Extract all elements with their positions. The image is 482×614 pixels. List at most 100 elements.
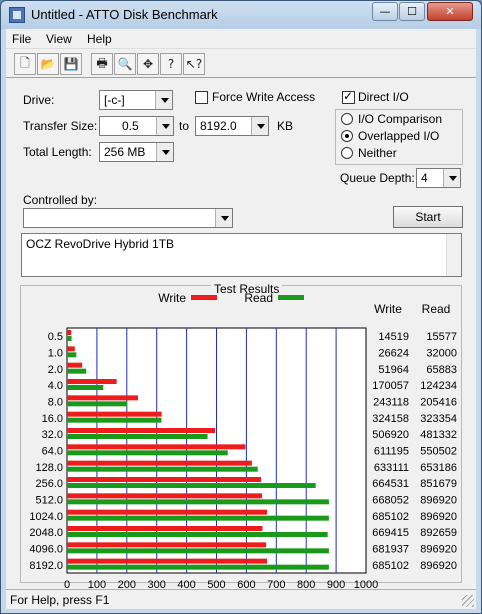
read-bar bbox=[67, 532, 328, 537]
y-tick-label: 128.0 bbox=[35, 462, 63, 474]
neither-radio[interactable] bbox=[341, 147, 353, 159]
y-tick-label: 8.0 bbox=[48, 397, 63, 409]
read-value: 65883 bbox=[426, 364, 457, 376]
write-bar bbox=[67, 526, 263, 531]
write-bar bbox=[67, 411, 162, 417]
app-icon bbox=[9, 7, 25, 23]
y-tick-label: 4096.0 bbox=[29, 544, 63, 556]
description-scrollbar[interactable] bbox=[446, 234, 461, 276]
write-bar bbox=[67, 477, 262, 482]
maximize-button[interactable]: ☐ bbox=[399, 2, 425, 21]
write-bar bbox=[67, 493, 263, 499]
force-write-checkbox[interactable] bbox=[195, 91, 208, 104]
read-bar bbox=[67, 336, 72, 341]
transfer-unit-label: KB bbox=[277, 119, 294, 133]
read-bar bbox=[67, 499, 329, 505]
y-tick-label: 0.5 bbox=[48, 331, 63, 343]
legend-write-swatch bbox=[191, 295, 217, 300]
drive-select[interactable]: [-c-] bbox=[99, 90, 173, 110]
drive-label: Drive: bbox=[23, 93, 55, 107]
read-value: 32000 bbox=[426, 348, 457, 360]
write-value: 506920 bbox=[372, 429, 409, 441]
y-tick-label: 16.0 bbox=[42, 413, 63, 425]
read-bar bbox=[67, 466, 258, 472]
to-label: to bbox=[179, 119, 190, 133]
client-area: File View Help 🗋 📂 💾 🖶 🔍 ✥ ? ↖? Drive: [… bbox=[6, 29, 476, 609]
new-icon[interactable]: 🗋 bbox=[14, 53, 36, 75]
print-icon[interactable]: 🖶 bbox=[91, 53, 113, 75]
open-icon[interactable]: 📂 bbox=[37, 53, 59, 75]
write-value: 668052 bbox=[372, 495, 409, 507]
close-button[interactable]: ✕ bbox=[427, 2, 473, 21]
read-column-header: Read bbox=[422, 302, 451, 316]
description-field[interactable]: OCZ RevoDrive Hybrid 1TB bbox=[21, 233, 462, 277]
y-tick-label: 64.0 bbox=[42, 446, 63, 458]
chevron-down-icon[interactable] bbox=[155, 91, 172, 109]
write-value: 243118 bbox=[373, 397, 409, 409]
write-bar bbox=[67, 444, 246, 450]
chevron-down-icon[interactable] bbox=[251, 117, 268, 135]
read-value: 851679 bbox=[420, 478, 457, 490]
direct-io-checkbox[interactable] bbox=[342, 89, 355, 104]
write-bar bbox=[67, 509, 268, 515]
write-bar bbox=[67, 362, 83, 368]
transfer-to-select[interactable]: 8192.0 bbox=[195, 116, 269, 136]
read-bar bbox=[67, 483, 316, 488]
window-title: Untitled - ATTO Disk Benchmark bbox=[31, 7, 218, 22]
y-tick-label: 4.0 bbox=[48, 380, 63, 392]
read-bar bbox=[67, 417, 162, 423]
y-tick-label: 1.0 bbox=[48, 348, 63, 360]
y-tick-label: 32.0 bbox=[42, 429, 63, 441]
menu-view[interactable]: View bbox=[46, 32, 72, 46]
chevron-down-icon[interactable] bbox=[156, 117, 173, 135]
queue-depth-select[interactable]: 4 bbox=[416, 168, 461, 188]
read-bar bbox=[67, 352, 77, 358]
menu-file[interactable]: File bbox=[12, 32, 31, 46]
status-text: For Help, press F1 bbox=[10, 593, 110, 607]
toolbar: 🗋 📂 💾 🖶 🔍 ✥ ? ↖? bbox=[6, 50, 476, 78]
transfer-size-label: Transfer Size: bbox=[23, 119, 98, 133]
y-tick-label: 1024.0 bbox=[29, 511, 63, 523]
menu-bar: File View Help bbox=[6, 29, 476, 49]
read-bar bbox=[67, 434, 208, 439]
overlapped-io-radio[interactable] bbox=[341, 130, 353, 142]
total-length-select[interactable]: 256 MB bbox=[99, 142, 174, 162]
read-bar bbox=[67, 385, 104, 390]
write-value: 26624 bbox=[378, 348, 409, 360]
transfer-from-select[interactable]: 0.5 bbox=[99, 116, 174, 136]
read-value: 550502 bbox=[420, 446, 457, 458]
resize-grip[interactable] bbox=[462, 595, 474, 607]
neither-label: Neither bbox=[358, 146, 397, 160]
read-value: 205416 bbox=[420, 397, 457, 409]
controlled-by-label: Controlled by: bbox=[23, 193, 98, 207]
write-bar bbox=[67, 428, 216, 433]
direct-io-label: Direct I/O bbox=[358, 90, 409, 104]
read-value: 481332 bbox=[420, 429, 457, 441]
io-comparison-radio[interactable] bbox=[341, 113, 353, 125]
context-help-icon[interactable]: ↖? bbox=[183, 53, 205, 75]
read-bar bbox=[67, 401, 127, 407]
app-window: Untitled - ATTO Disk Benchmark — ☐ ✕ Fil… bbox=[0, 0, 482, 614]
drive-value: [-c-] bbox=[104, 93, 125, 107]
write-value: 51964 bbox=[378, 364, 409, 376]
write-bar bbox=[67, 395, 138, 401]
chevron-down-icon[interactable] bbox=[215, 209, 232, 227]
controlled-by-select[interactable] bbox=[23, 208, 233, 228]
read-value: 896920 bbox=[420, 544, 457, 556]
save-icon[interactable]: 💾 bbox=[60, 53, 82, 75]
y-tick-label: 512.0 bbox=[35, 495, 63, 507]
menu-help[interactable]: Help bbox=[87, 32, 112, 46]
write-bar bbox=[67, 542, 267, 548]
read-value: 653186 bbox=[420, 462, 457, 474]
help-icon[interactable]: ? bbox=[160, 53, 182, 75]
legend-write-label: Write bbox=[158, 291, 186, 305]
chevron-down-icon[interactable] bbox=[156, 143, 173, 161]
chevron-down-icon[interactable] bbox=[443, 169, 460, 187]
start-button[interactable]: Start bbox=[393, 206, 463, 228]
print-preview-icon[interactable]: 🔍 bbox=[114, 53, 136, 75]
total-length-label: Total Length: bbox=[23, 145, 92, 159]
write-value: 669415 bbox=[372, 527, 409, 539]
total-length-value: 256 MB bbox=[104, 145, 146, 159]
minimize-button[interactable]: — bbox=[372, 2, 398, 21]
move-icon[interactable]: ✥ bbox=[137, 53, 159, 75]
